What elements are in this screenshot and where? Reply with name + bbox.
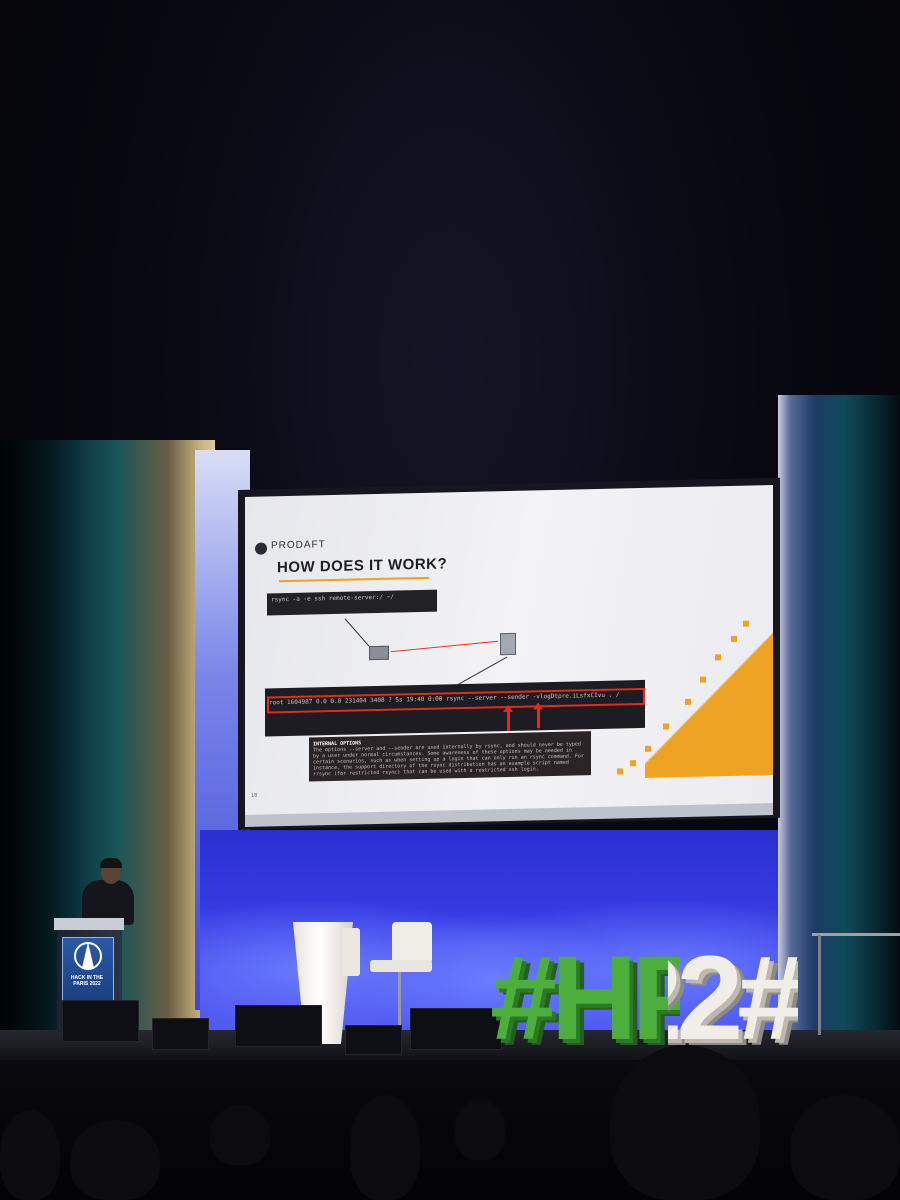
orange-pixel (700, 676, 706, 683)
audience-head (70, 1120, 160, 1200)
orange-pixel (630, 760, 636, 767)
podium-logo-text: HACK IN THE PARIS 2022 (70, 975, 104, 987)
projection-screen-slide: PRODAFT HOW DOES IT WORK? rsync -a -e ss… (245, 485, 773, 815)
podium-logo (62, 937, 114, 1001)
audience-head (790, 1095, 900, 1200)
audience-head (610, 1045, 760, 1200)
speaker-hair (100, 858, 122, 868)
slide-page-number: 18 (251, 792, 258, 799)
stage-monitor (410, 1008, 502, 1050)
orange-pixel (731, 635, 737, 642)
podium-top (54, 918, 124, 930)
internal-options-body: The options --server and --sender are us… (313, 741, 587, 778)
audience-head (210, 1105, 270, 1165)
stage-monitor (235, 1005, 322, 1047)
orange-pixel (645, 745, 651, 752)
laptop-icon (369, 645, 389, 661)
bar-chair-back (392, 922, 432, 964)
event-sign-green: #HP22 (490, 938, 680, 1058)
server-icon (500, 632, 516, 656)
bar-chair-seat (370, 960, 432, 972)
orange-pixel-decoration (645, 624, 773, 778)
arrow-cmd-to-client (344, 618, 370, 647)
arrow-client-to-server (390, 640, 499, 653)
internal-options-text: INTERNAL OPTIONS The options --server an… (313, 735, 587, 777)
audience-head (350, 1095, 420, 1200)
orange-pixel (715, 654, 721, 661)
audience-head (455, 1100, 505, 1160)
stage-monitor (345, 1025, 402, 1055)
stage-monitor (152, 1018, 209, 1050)
orange-pixel (617, 768, 623, 775)
orange-pixel (663, 723, 669, 730)
stage-railing (812, 933, 900, 936)
chair-left (342, 928, 360, 976)
red-arrow-icon (537, 708, 540, 729)
orange-pixel (685, 698, 691, 706)
internal-options-box: INTERNAL OPTIONS The options --server an… (309, 731, 591, 782)
eiffel-tower-icon (74, 942, 102, 970)
arrow-server-to-process (454, 656, 508, 687)
event-sign-white: #HP22 (668, 938, 798, 1058)
red-arrow-icon (507, 710, 510, 732)
railing-post (818, 935, 821, 1035)
stage-monitor (62, 1000, 139, 1042)
audience-head (0, 1110, 60, 1200)
orange-pixel (743, 620, 749, 627)
